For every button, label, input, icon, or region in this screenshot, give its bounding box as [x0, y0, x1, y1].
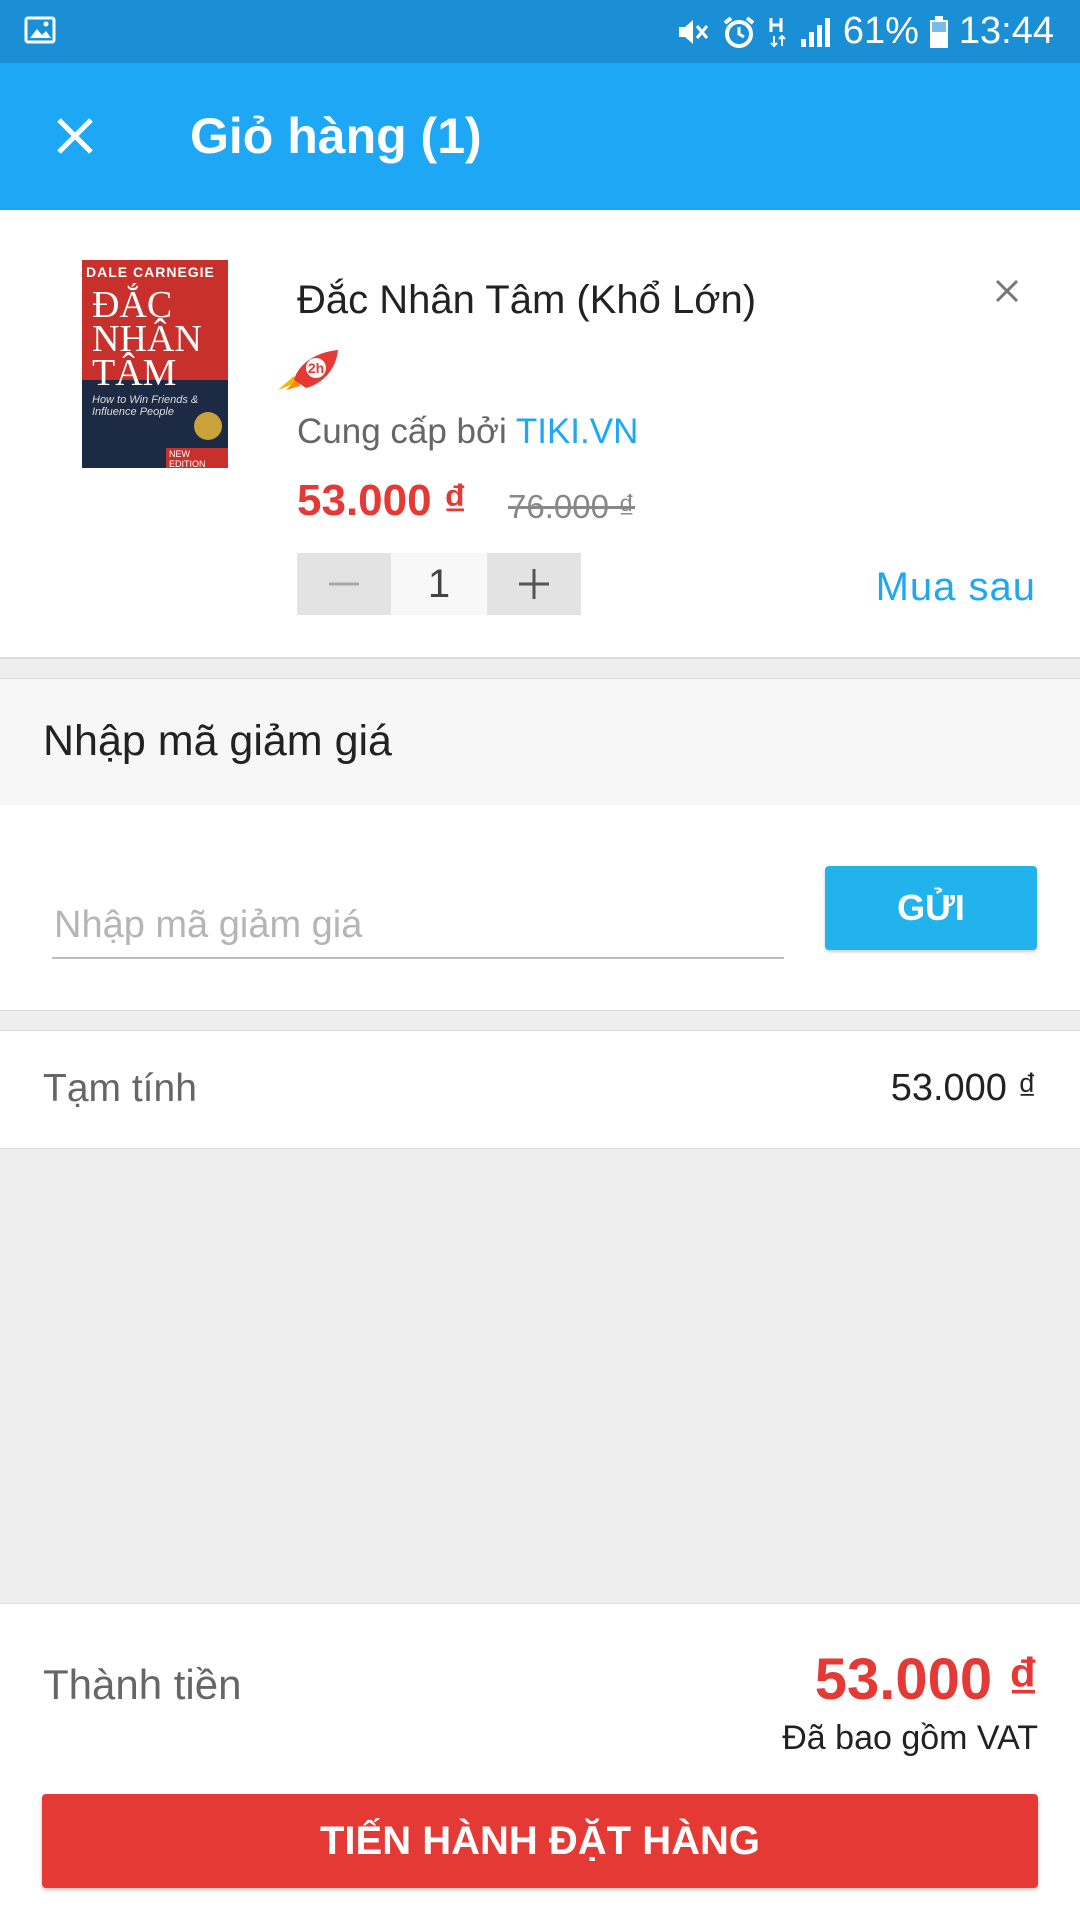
- cover-author: DALE CARNEGIE: [86, 264, 215, 280]
- product-image[interactable]: DALE CARNEGIE ĐẮC NHÂN TÂM How to Win Fr…: [82, 260, 228, 468]
- total-label: Thành tiền: [43, 1661, 242, 1708]
- vat-note: Đã bao gồm VAT: [782, 1719, 1038, 1757]
- status-bar: 61% 13:44: [0, 0, 1080, 63]
- cover-title: ĐẮC NHÂN TÂM: [92, 284, 202, 394]
- battery-percent: 61%: [842, 10, 919, 52]
- badge-text: 2h: [308, 360, 324, 376]
- checkout-button[interactable]: TIẾN HÀNH ĐẶT HÀNG: [42, 1794, 1038, 1888]
- minus-icon: [329, 582, 359, 586]
- cover-seal: [194, 412, 222, 440]
- price: 53.000 ₫: [297, 476, 467, 525]
- clock: 13:44: [958, 10, 1054, 52]
- app-bar: Giỏ hàng (1): [0, 63, 1080, 210]
- close-icon: [57, 118, 93, 154]
- old-price: 76.000 ₫: [508, 488, 636, 525]
- coupon-heading: Nhập mã giảm giá: [43, 717, 392, 765]
- quantity-stepper: 1: [297, 553, 581, 615]
- coupon-input[interactable]: [52, 893, 784, 959]
- data-hplus-icon: [769, 17, 786, 47]
- cover-edition: NEW EDITION: [166, 448, 228, 468]
- subtotal-value: 53.000 ₫: [890, 1067, 1037, 1109]
- plus-icon: [519, 569, 549, 599]
- signal-icon: [800, 17, 830, 47]
- remove-item-icon[interactable]: [992, 276, 1022, 306]
- gallery-icon: [24, 16, 56, 44]
- subtotal-row: Tạm tính 53.000 ₫: [0, 1030, 1080, 1149]
- mute-icon: [678, 19, 708, 44]
- supplier-prefix: Cung cấp bởi: [297, 412, 507, 451]
- increase-quantity-button[interactable]: [487, 553, 581, 615]
- close-button[interactable]: [44, 105, 106, 167]
- total-value: 53.000 ₫: [814, 1647, 1038, 1712]
- decrease-quantity-button[interactable]: [297, 553, 391, 615]
- rocket-2h-badge-icon: 2h: [278, 350, 338, 390]
- coupon-section-header: Nhập mã giảm giá: [0, 678, 1080, 806]
- quantity-value[interactable]: 1: [391, 553, 487, 615]
- checkout-summary: Thành tiền 53.000 ₫ Đã bao gồm VAT TIẾN …: [0, 1603, 1080, 1921]
- buy-later-link[interactable]: Mua sau: [876, 565, 1036, 610]
- supplier-line: Cung cấp bởi TIKI.VN: [297, 412, 638, 452]
- alarm-icon: [723, 15, 755, 48]
- send-coupon-button[interactable]: GỬI: [825, 866, 1037, 950]
- page-title: Giỏ hàng (1): [190, 108, 482, 164]
- supplier-link[interactable]: TIKI.VN: [516, 412, 639, 451]
- subtotal-label: Tạm tính: [43, 1067, 197, 1110]
- product-name[interactable]: Đắc Nhân Tâm (Khổ Lớn): [297, 278, 756, 323]
- coupon-form: GỬI: [0, 805, 1080, 1011]
- battery-icon: [929, 15, 948, 48]
- cart-item: DALE CARNEGIE ĐẮC NHÂN TÂM How to Win Fr…: [0, 210, 1080, 659]
